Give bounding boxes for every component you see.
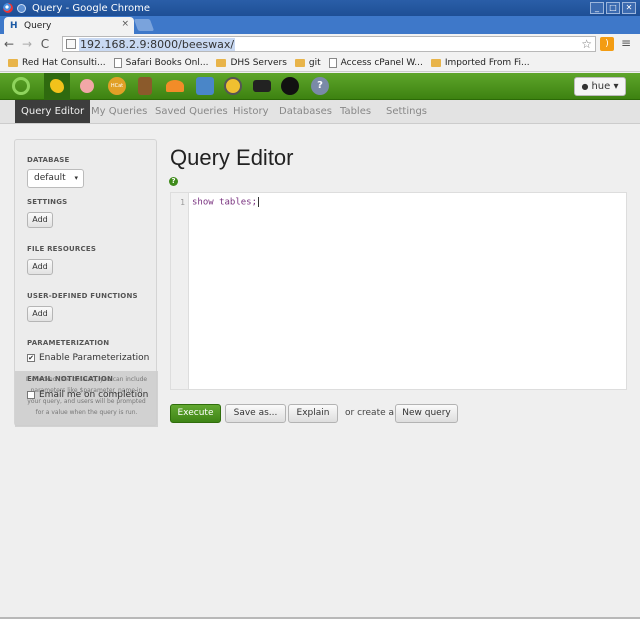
file-browser-icon[interactable] (138, 77, 152, 95)
tab-tables[interactable]: Tables (334, 100, 377, 123)
help-icon[interactable]: ? (311, 77, 329, 95)
bookmark-label: DHS Servers (230, 57, 287, 68)
settings-heading: SETTINGS (27, 198, 68, 206)
tab-databases[interactable]: Databases (273, 100, 338, 123)
bookmark-imported[interactable]: Imported From Fi... (430, 57, 530, 68)
back-button[interactable]: ← (0, 35, 18, 53)
tab-title: Query (24, 20, 52, 31)
database-select-value: default (34, 173, 66, 183)
browser-toolbar: ← → C 192.168.2.9:8000/beeswax/ ☆ (0, 34, 640, 54)
folder-icon (8, 58, 18, 67)
user-name: hue ▾ (591, 81, 619, 92)
beeswax-bee-icon[interactable] (44, 73, 70, 100)
database-select[interactable]: default ▾ (27, 169, 84, 188)
hue-app-bar: HCat ? ● hue ▾ (0, 73, 640, 100)
bookmark-label: Access cPanel W... (340, 57, 423, 68)
file-resources-heading: FILE RESOURCES (27, 245, 97, 253)
tab-settings[interactable]: Settings (380, 100, 433, 123)
tab-close-icon[interactable]: × (121, 19, 129, 29)
beeswax-subnav: Query Editor My Queries Saved Queries Hi… (0, 100, 640, 124)
tab-saved-queries[interactable]: Saved Queries (149, 100, 234, 123)
email-notification-heading: EMAIL NOTIFICATION (27, 375, 114, 383)
email-on-completion-checkbox[interactable]: Email me on completion (27, 390, 148, 400)
save-as-button[interactable]: Save as... (225, 404, 286, 423)
bookmarks-bar: Red Hat Consulti... Safari Books Onl... … (0, 54, 640, 72)
hcat-icon[interactable]: HCat (108, 77, 126, 95)
or-create-text: or create a (345, 408, 395, 418)
close-window-button[interactable]: ✕ (622, 2, 636, 14)
query-editor[interactable]: 1 show tables; (170, 192, 627, 390)
explain-button[interactable]: Explain (288, 404, 338, 423)
new-tab-button[interactable] (133, 19, 155, 31)
shell-icon[interactable] (253, 80, 271, 92)
tab-my-queries[interactable]: My Queries (85, 100, 153, 123)
oozie-icon[interactable] (196, 77, 214, 95)
bookmark-label: Imported From Fi... (444, 57, 530, 68)
folder-icon (294, 58, 305, 67)
execute-button[interactable]: Execute (170, 404, 221, 423)
udf-heading: USER-DEFINED FUNCTIONS (27, 292, 138, 300)
add-udf-button[interactable]: Add (27, 306, 53, 322)
user-menu-button[interactable]: ● hue ▾ (574, 77, 626, 96)
enable-parameterization-checkbox[interactable]: ✔ Enable Parameterization (27, 353, 149, 363)
bookmark-label: Red Hat Consulti... (22, 57, 106, 68)
new-query-button[interactable]: New query (395, 404, 458, 423)
bookmark-red-hat[interactable]: Red Hat Consulti... (8, 58, 106, 68)
job-browser-icon[interactable] (224, 77, 242, 95)
page-icon (66, 39, 76, 49)
reload-button[interactable]: C (36, 35, 54, 53)
email-on-completion-label: Email me on completion (39, 390, 149, 400)
window-titlebar: Query - Google Chrome _ □ ✕ (0, 0, 640, 16)
checkbox-checked-icon: ✔ (27, 354, 35, 362)
add-file-resource-button[interactable]: Add (27, 259, 53, 275)
hbase-icon[interactable] (281, 77, 299, 95)
enable-parameterization-label: Enable Parameterization (39, 353, 150, 363)
bookmark-git[interactable]: git (294, 57, 321, 68)
query-text[interactable]: show tables; (192, 197, 260, 208)
pig-icon[interactable] (80, 79, 94, 93)
hue-home-icon[interactable] (12, 77, 30, 95)
line-number-gutter: 1 (171, 193, 189, 389)
add-setting-button[interactable]: Add (27, 212, 53, 228)
chrome-logo-icon (3, 3, 13, 13)
window-menu-icon[interactable] (17, 3, 26, 13)
bookmark-label: git (308, 57, 321, 68)
url-text[interactable]: 192.168.2.9:8000/beeswax/ (79, 37, 236, 51)
browser-tab-query[interactable]: H Query × (4, 17, 134, 34)
folder-icon (216, 58, 227, 67)
parameterization-heading: PARAMETERIZATION (27, 339, 110, 347)
chevron-down-icon: ▾ (74, 174, 78, 182)
minimize-button[interactable]: _ (590, 2, 604, 14)
forward-button[interactable]: → (18, 35, 36, 53)
bookmark-star-icon[interactable]: ☆ (581, 37, 592, 51)
page-icon (328, 57, 337, 68)
maximize-button[interactable]: □ (606, 2, 620, 14)
bookmark-label: Safari Books Onl... (125, 57, 209, 68)
job-designer-icon[interactable] (166, 80, 184, 92)
page-icon (113, 57, 122, 68)
page-title: Query Editor (170, 145, 294, 170)
bookmark-safari-books[interactable]: Safari Books Onl... (113, 57, 209, 68)
checkbox-unchecked-icon (27, 391, 35, 399)
tab-query-editor[interactable]: Query Editor (15, 100, 91, 123)
tab-history[interactable]: History (227, 100, 275, 123)
text-cursor (258, 197, 260, 207)
folder-icon (430, 58, 441, 67)
user-icon: ● (581, 82, 589, 91)
query-code: show tables; (192, 197, 258, 208)
database-heading: DATABASE (27, 156, 70, 164)
address-bar[interactable]: 192.168.2.9:8000/beeswax/ ☆ (62, 36, 596, 52)
window-title: Query - Google Chrome (32, 2, 151, 14)
tab-strip: H Query × (0, 16, 640, 34)
help-icon[interactable]: ? (169, 177, 178, 186)
bookmark-access-cpanel[interactable]: Access cPanel W... (328, 57, 423, 68)
hue-favicon-icon: H (10, 20, 18, 31)
query-settings-sidebar: DATABASE default ▾ SETTINGS Add FILE RES… (14, 139, 158, 427)
rss-icon[interactable]: ) (600, 37, 614, 51)
chrome-menu-icon[interactable]: ≡ (621, 36, 631, 50)
bookmark-dhs-servers[interactable]: DHS Servers (216, 57, 287, 68)
